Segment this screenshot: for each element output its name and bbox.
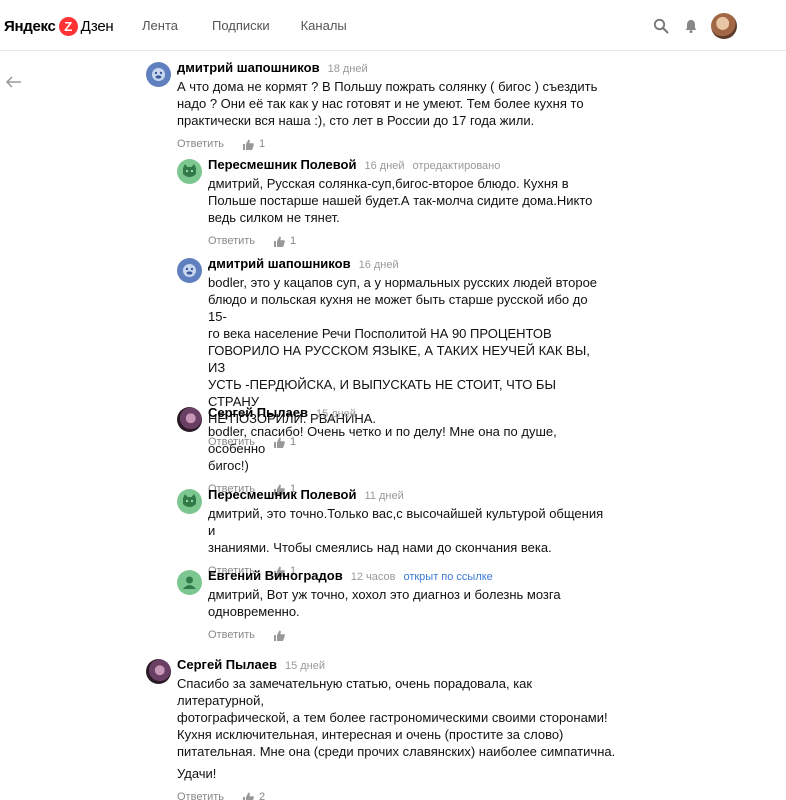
author-avatar[interactable]: [146, 659, 171, 684]
reply-button[interactable]: Ответить: [177, 138, 224, 150]
person-avatar-icon: [183, 576, 196, 589]
like-count: 1: [290, 235, 297, 247]
like-button[interactable]: [274, 630, 290, 641]
comment-date: 15 дней: [284, 660, 326, 672]
comment-author[interactable]: дмитрий шапошников: [177, 60, 320, 75]
edited-label: отредактировано: [412, 160, 501, 172]
reply-button[interactable]: Ответить: [208, 629, 255, 641]
like-count: 2: [259, 791, 266, 800]
comment-date: 18 дней: [327, 63, 368, 75]
comment-date: 11 дней: [364, 490, 404, 502]
nav-feed[interactable]: Лента: [142, 18, 178, 33]
comment-author[interactable]: Пересмешник Полевой: [208, 157, 356, 172]
cat-avatar-icon: [183, 164, 196, 177]
user-avatar[interactable]: [711, 13, 737, 39]
zen-logo-mark: Z: [58, 16, 78, 36]
comment-text: дмитрий, Вот уж точно, хохол это диагноз…: [208, 587, 561, 619]
cat-avatar-icon: [183, 494, 196, 507]
comment-date: 12 часов: [350, 571, 396, 583]
thumbs-up-icon: [274, 236, 285, 247]
author-avatar[interactable]: [177, 159, 202, 184]
logo-yandex-text: Яндекс: [4, 17, 56, 35]
back-arrow-icon[interactable]: [5, 73, 23, 91]
monkey-avatar-icon: [183, 264, 196, 277]
like-button[interactable]: 2: [243, 791, 265, 800]
top-header: Яндекс Z Дзен Лента Подписки Каналы: [0, 0, 786, 51]
yandex-zen-logo[interactable]: Яндекс Z Дзен: [4, 15, 114, 37]
like-button[interactable]: 1: [274, 235, 296, 247]
comment-text: Спасибо за замечательную статью, очень п…: [177, 676, 616, 759]
thumbs-up-icon: [274, 630, 285, 641]
comment-text-closing: Удачи!: [177, 766, 217, 781]
comment-text: дмитрий, Русская солянка-суп,бигос-второ…: [208, 176, 593, 225]
comment-date: 16 дней: [358, 259, 399, 271]
nav-channels[interactable]: Каналы: [301, 18, 347, 33]
comment-text: bodler, спасибо! Очень четко и по делу! …: [208, 424, 557, 473]
bell-icon[interactable]: [683, 18, 699, 34]
like-button[interactable]: 1: [243, 138, 265, 150]
thumbs-up-icon: [243, 792, 254, 800]
author-avatar[interactable]: [177, 258, 202, 283]
like-count: 1: [259, 138, 266, 150]
comment-author[interactable]: Пересмешник Полевой: [208, 487, 356, 502]
monkey-avatar-icon: [152, 68, 165, 81]
comment-date: 15 дней: [315, 408, 357, 420]
reply-button[interactable]: Ответить: [177, 791, 224, 800]
opened-by-link[interactable]: открыт по ссылке: [403, 571, 492, 583]
main-nav: Лента Подписки Каналы: [142, 18, 381, 33]
comment-text: дмитрий, это точно.Только вас,с высочайш…: [208, 506, 604, 555]
comment-text: А что дома не кормят ? В Польшу пожрать …: [177, 79, 598, 128]
author-avatar[interactable]: [177, 407, 202, 432]
comment-author[interactable]: Сергей Пылаев: [208, 405, 308, 420]
comment-author[interactable]: дмитрий шапошников: [208, 256, 351, 271]
author-avatar[interactable]: [146, 62, 171, 87]
logo-zen-text: Дзен: [80, 17, 114, 35]
comment-author[interactable]: Сергей Пылаев: [177, 657, 277, 672]
comment-date: 16 дней: [364, 160, 405, 172]
search-icon[interactable]: [653, 18, 669, 34]
author-avatar[interactable]: [177, 570, 202, 595]
thumbs-up-icon: [243, 139, 254, 150]
nav-subscriptions[interactable]: Подписки: [212, 18, 270, 33]
comment-author[interactable]: Евгений Виноградов: [208, 568, 343, 583]
reply-button[interactable]: Ответить: [208, 235, 255, 247]
author-avatar[interactable]: [177, 489, 202, 514]
